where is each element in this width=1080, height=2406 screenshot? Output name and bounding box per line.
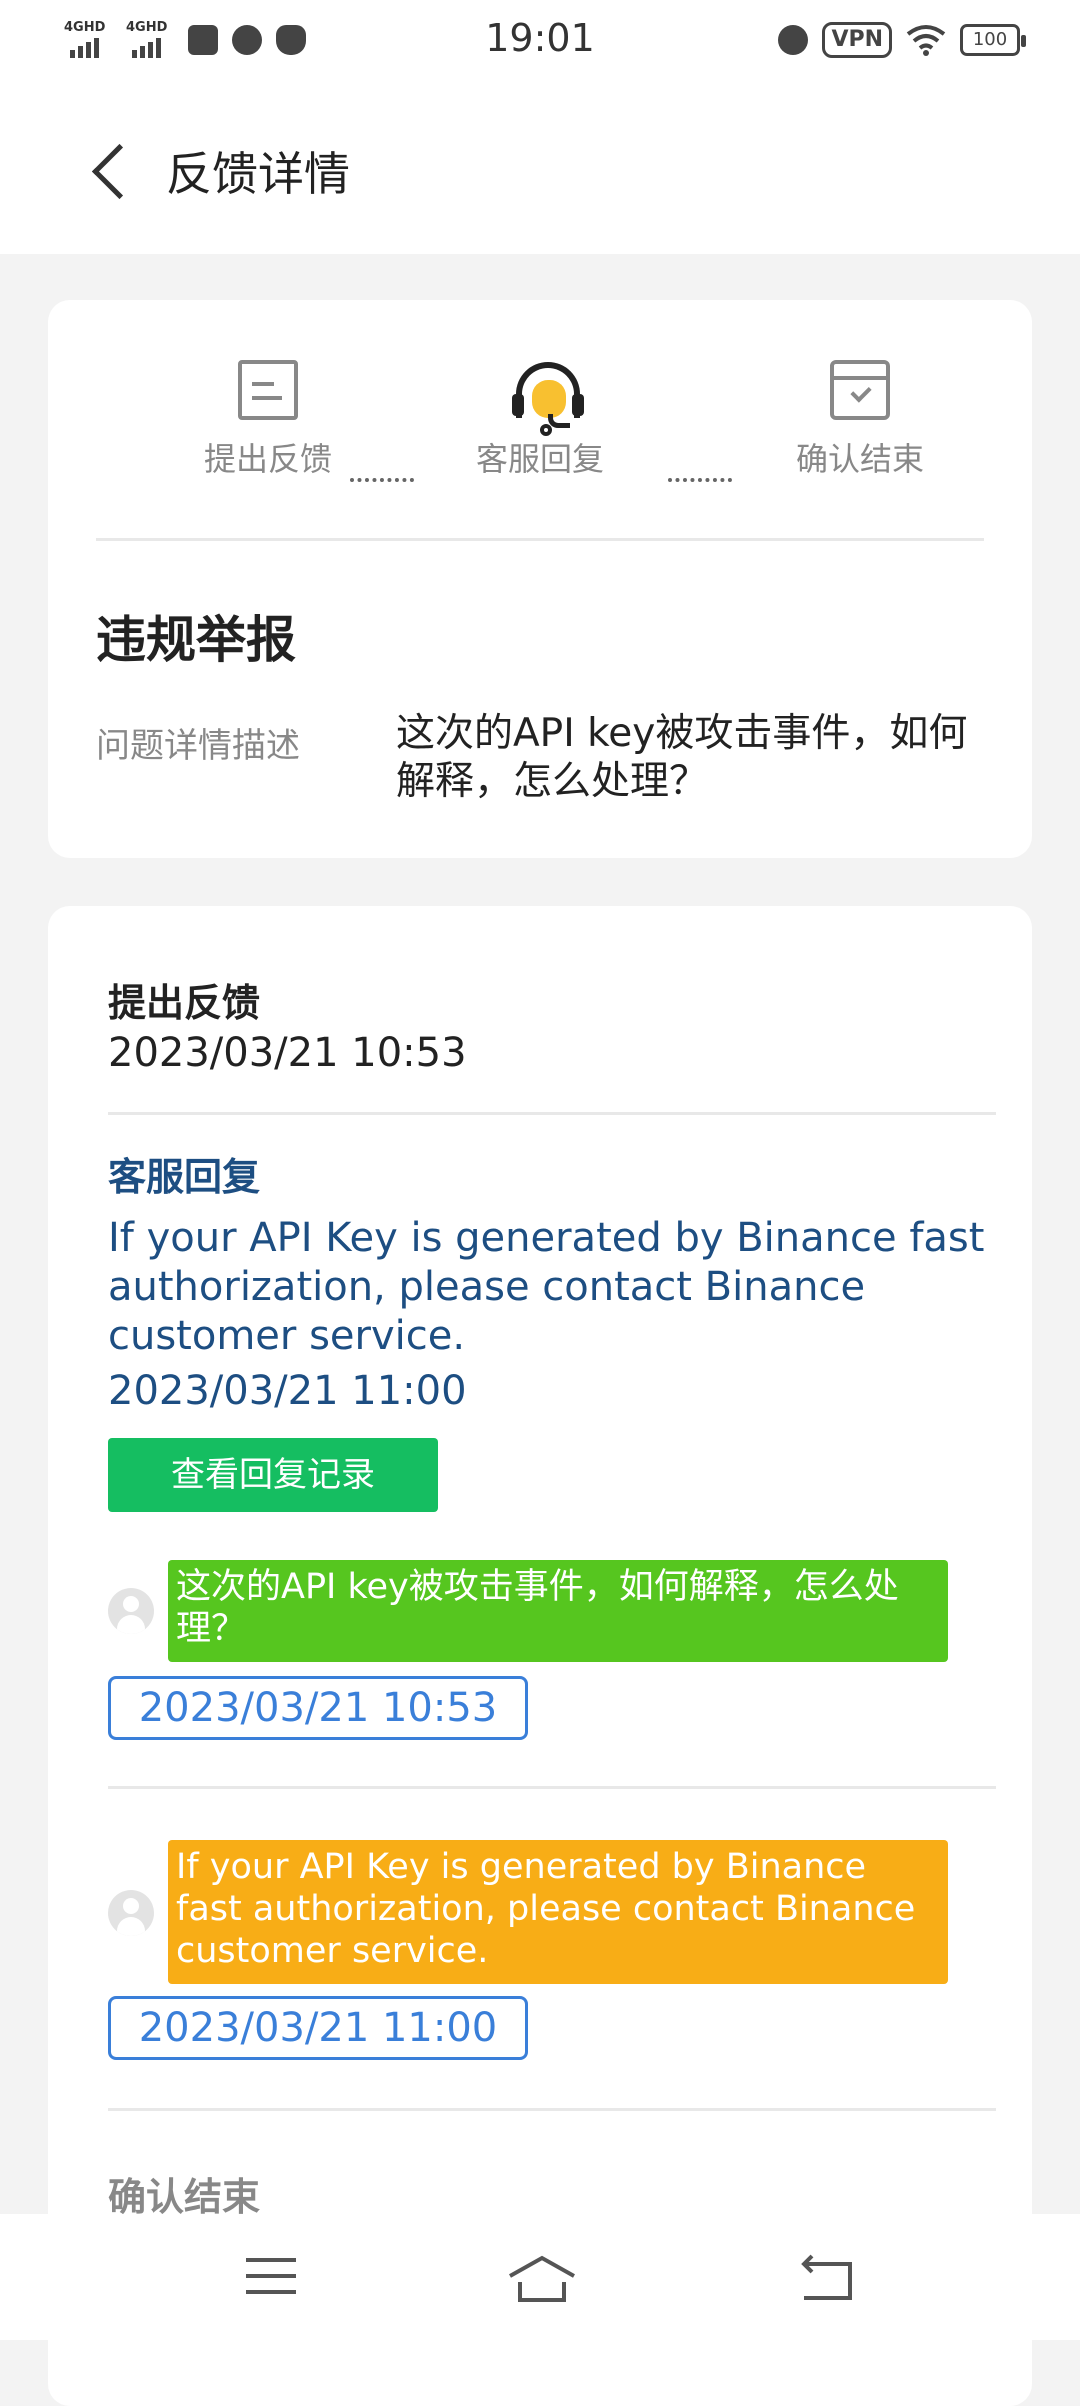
step-connector bbox=[350, 478, 414, 482]
step-connector bbox=[668, 478, 732, 482]
home-icon[interactable] bbox=[506, 2254, 578, 2304]
back-arrow-icon[interactable] bbox=[82, 136, 142, 206]
progress-steps: 提出反馈 客服回复 确认结束 bbox=[48, 360, 1032, 490]
submit-time: 2023/03/21 10:53 bbox=[108, 1030, 467, 1076]
timeline-card: 提出反馈 2023/03/21 10:53 客服回复 If your API K… bbox=[48, 906, 1032, 2406]
vpn-badge: VPN bbox=[822, 22, 892, 58]
reply-time: 2023/03/21 11:00 bbox=[108, 1368, 467, 1414]
divider bbox=[108, 1112, 996, 1115]
issue-type: 违规举报 bbox=[96, 611, 296, 669]
divider bbox=[108, 1786, 996, 1789]
edit-note-icon bbox=[238, 360, 298, 420]
status-right-icons: VPN 100 bbox=[778, 22, 1026, 58]
avatar bbox=[108, 1890, 154, 1936]
reply-text: If your API Key is generated by Binance … bbox=[108, 1215, 985, 1359]
submit-section-title: 提出反馈 bbox=[108, 981, 261, 1025]
message-bubble-user: 这次的API key被攻击事件，如何解释，怎么处理？ bbox=[168, 1560, 948, 1662]
battery-indicator: 100 bbox=[960, 24, 1026, 56]
message-time-box: 2023/03/21 11:00 bbox=[108, 1996, 528, 2060]
divider bbox=[108, 2108, 996, 2111]
menu-icon[interactable] bbox=[246, 2258, 296, 2298]
wifi-icon bbox=[906, 25, 946, 56]
step-label: 确认结束 bbox=[795, 440, 924, 478]
step-confirm: 确认结束 bbox=[760, 360, 960, 480]
step-label: 客服回复 bbox=[475, 440, 604, 478]
app-header: 反馈详情 bbox=[0, 84, 1080, 254]
avatar bbox=[108, 1588, 154, 1634]
headset-icon bbox=[510, 360, 584, 436]
view-reply-history-button[interactable]: 查看回复记录 bbox=[108, 1438, 438, 1512]
confirm-section-title: 确认结束 bbox=[108, 2175, 261, 2219]
description-value: 这次的API key被攻击事件，如何解释，怎么处理？ bbox=[396, 711, 968, 804]
message-time-box: 2023/03/21 10:53 bbox=[108, 1676, 528, 1740]
calendar-check-icon bbox=[830, 360, 890, 420]
status-bar: 4GHD 4GHD 19:01 VPN 100 bbox=[0, 0, 1080, 84]
divider bbox=[96, 538, 984, 541]
reply-section-title: 客服回复 bbox=[108, 1155, 261, 1199]
back-icon[interactable] bbox=[796, 2254, 856, 2304]
step-submit: 提出反馈 bbox=[168, 360, 368, 480]
system-nav-bar bbox=[0, 2214, 1080, 2340]
message-bubble-service: If your API Key is generated by Binance … bbox=[168, 1840, 948, 1984]
description-label: 问题详情描述 bbox=[96, 726, 300, 766]
step-label: 提出反馈 bbox=[203, 440, 332, 478]
alarm-icon bbox=[778, 25, 809, 55]
issue-summary-card: 提出反馈 客服回复 确认结束 违规举报 问题详情描述 这次的API key被攻击… bbox=[48, 300, 1032, 858]
step-reply: 客服回复 bbox=[440, 360, 640, 480]
page-title: 反馈详情 bbox=[166, 147, 350, 201]
